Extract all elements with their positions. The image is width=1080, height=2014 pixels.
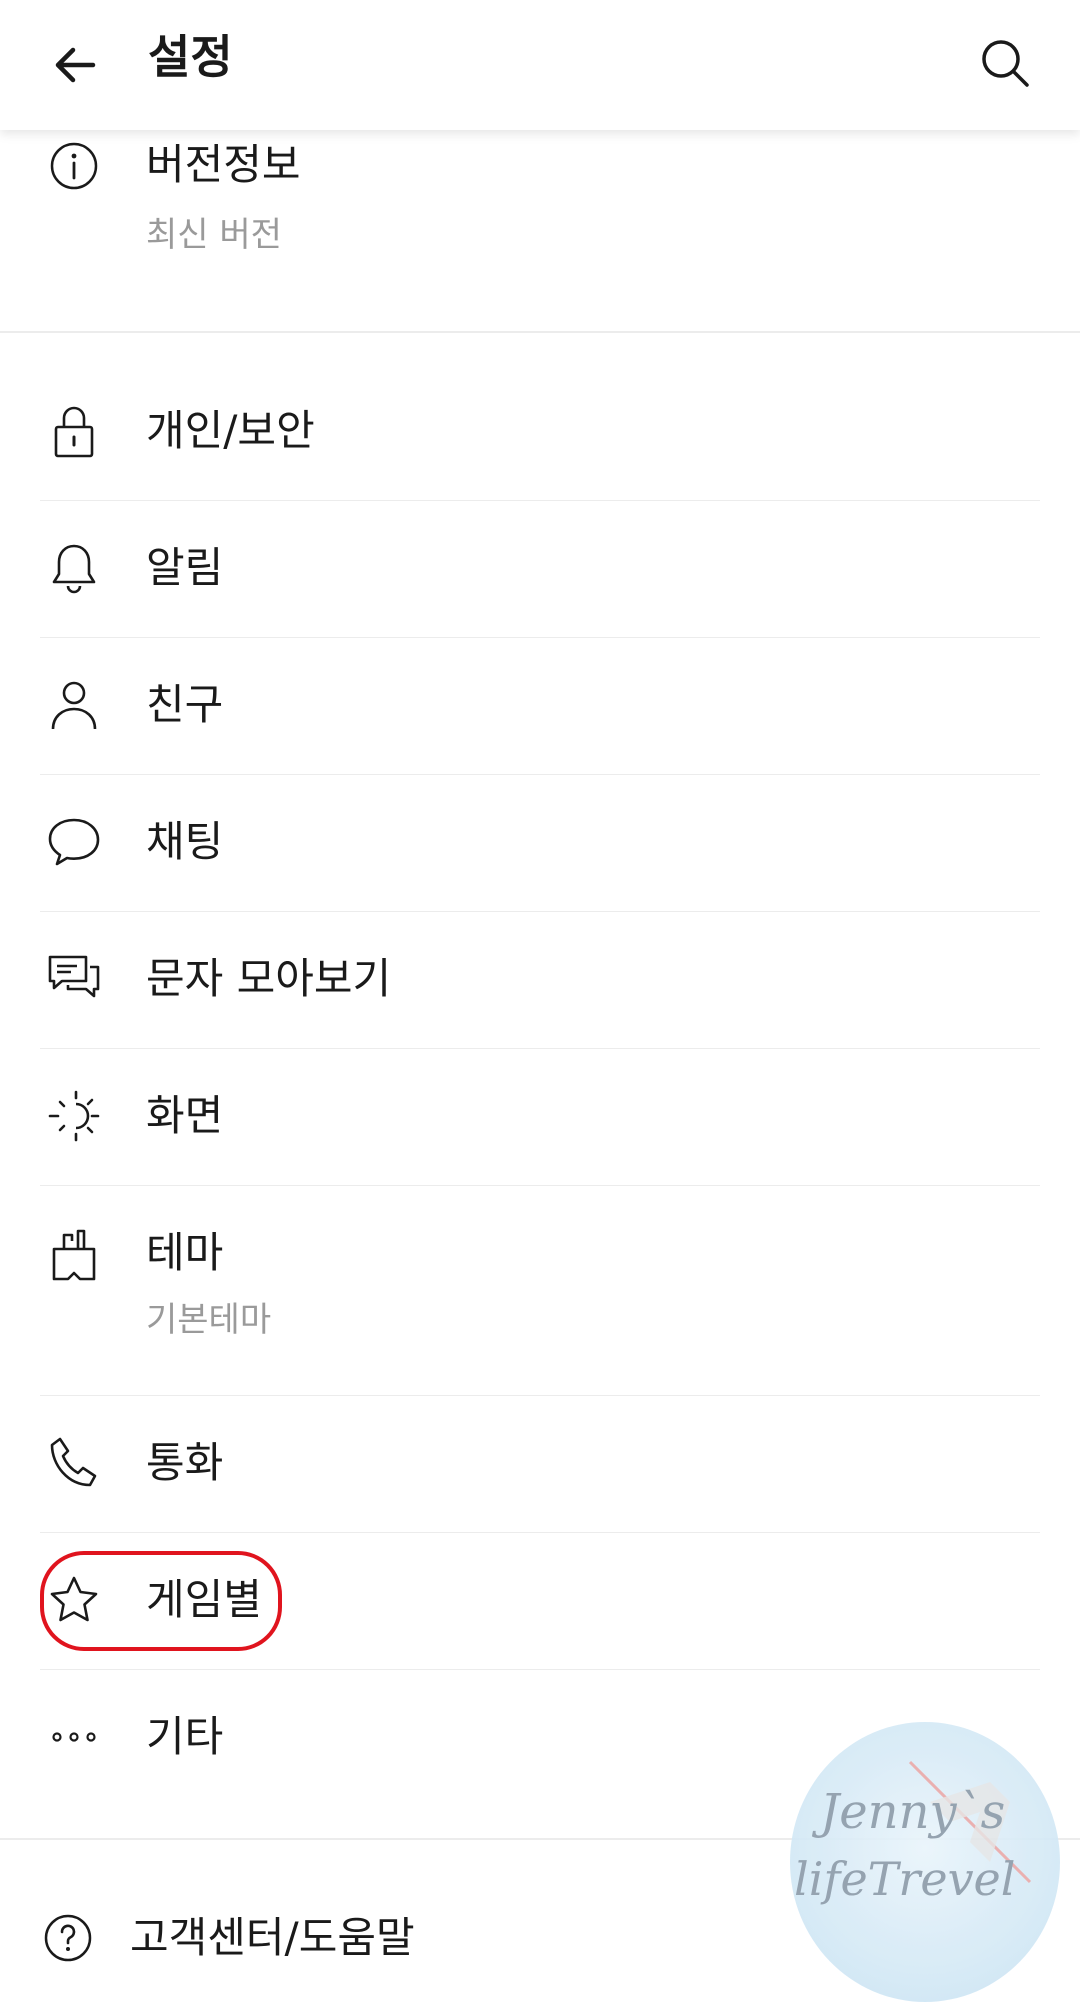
search-icon xyxy=(982,40,1029,87)
menu-item-label: 채팅 xyxy=(146,817,224,866)
menu-item-chat[interactable]: 채팅 xyxy=(0,774,1080,911)
menu-item-label: 통화 xyxy=(146,1438,224,1487)
lock-icon xyxy=(44,401,104,461)
menu-item-label: 개인/보안 xyxy=(146,406,315,455)
menu-item-label: 테마 xyxy=(146,1228,224,1277)
messages-icon xyxy=(44,949,104,1009)
person-icon xyxy=(44,675,104,735)
menu-item-call[interactable]: 통화 xyxy=(0,1395,1080,1532)
arrow-left-icon xyxy=(55,47,96,83)
back-button[interactable] xyxy=(40,30,110,100)
menu-item-label: 친구 xyxy=(146,680,224,729)
page-title: 설정 xyxy=(148,30,233,84)
watermark-logo: Jenny`s lifeTrevel xyxy=(790,1722,1060,2002)
version-info-row[interactable]: 버전정보 최신 버전 xyxy=(0,130,1080,330)
menu-item-label: 게임별 xyxy=(146,1575,262,1624)
version-info-value: 최신 버전 xyxy=(146,215,282,255)
app-header: 설정 xyxy=(0,0,1080,130)
bell-icon xyxy=(44,538,104,598)
version-info-label: 버전정보 xyxy=(146,140,301,189)
section-divider xyxy=(0,331,1080,333)
brush-icon xyxy=(44,1225,104,1285)
menu-item-theme[interactable]: 테마 기본테마 xyxy=(0,1185,1080,1395)
search-button[interactable] xyxy=(970,28,1040,98)
menu-item-notifications[interactable]: 알림 xyxy=(0,500,1080,637)
phone-icon xyxy=(44,1433,104,1493)
menu-item-label: 기타 xyxy=(146,1712,224,1761)
menu-item-label: 알림 xyxy=(146,543,224,592)
watermark-text-2: lifeTrevel xyxy=(794,1852,1016,1906)
chat-bubble-icon xyxy=(44,812,104,872)
info-icon xyxy=(44,136,104,196)
menu-item-sub: 기본테마 xyxy=(146,1300,272,1340)
menu-item-game-star[interactable]: 게임별 xyxy=(0,1532,1080,1669)
menu-item-sms-inbox[interactable]: 문자 모아보기 xyxy=(0,911,1080,1048)
watermark-text-1: Jenny`s xyxy=(820,1784,1006,1840)
menu-item-label: 문자 모아보기 xyxy=(146,954,392,1003)
brightness-icon xyxy=(44,1086,104,1146)
question-icon xyxy=(38,1908,98,1968)
help-center-label: 고객센터/도움말 xyxy=(130,1913,415,1962)
menu-item-label: 화면 xyxy=(146,1091,224,1140)
more-icon xyxy=(44,1707,104,1767)
menu-item-privacy[interactable]: 개인/보안 xyxy=(0,363,1080,500)
star-icon xyxy=(44,1570,104,1630)
menu-item-friends[interactable]: 친구 xyxy=(0,637,1080,774)
menu-item-display[interactable]: 화면 xyxy=(0,1048,1080,1185)
